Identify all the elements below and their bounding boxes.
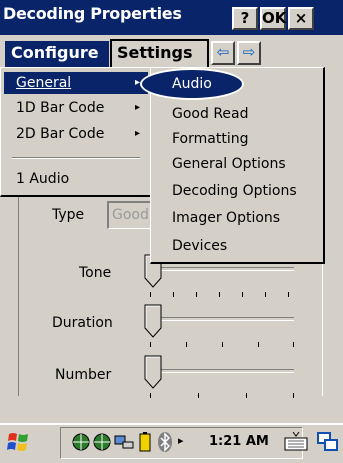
number-slider-thumb[interactable] — [144, 355, 162, 389]
close-button[interactable]: × — [288, 7, 314, 30]
help-button[interactable]: ? — [232, 7, 258, 30]
tab-scroll-right-button[interactable]: ⇨ — [237, 41, 261, 65]
type-label: Type — [52, 207, 85, 223]
duration-label: Duration — [52, 315, 113, 331]
submenu-arrow-icon: ▸ — [134, 102, 140, 113]
duration-slider-ticks — [150, 342, 294, 348]
number-slider-track — [150, 369, 294, 373]
window-switch-icon[interactable] — [316, 430, 340, 454]
type-select[interactable]: Good — [107, 201, 151, 229]
submenu-item-formatting[interactable]: Formatting — [172, 128, 322, 150]
submenu-item-devices[interactable]: Devices — [172, 235, 322, 257]
submenu-item-good-read[interactable]: Good Read — [172, 103, 322, 125]
battery-icon[interactable] — [138, 431, 152, 453]
connection-icon[interactable] — [113, 432, 135, 452]
keyboard-icon[interactable] — [283, 430, 309, 454]
network-globe-icon[interactable] — [71, 432, 91, 452]
tone-label: Tone — [79, 265, 112, 281]
bluetooth-icon[interactable] — [157, 431, 173, 453]
tone-slider-track — [150, 267, 294, 271]
arrow-right-icon: ⇨ — [242, 43, 256, 61]
menu-item-recent-audio[interactable]: 1 Audio — [4, 168, 148, 190]
submenu-item-general-options[interactable]: General Options — [172, 153, 322, 175]
menu-item-1d-bar-code[interactable]: 1D Bar Code ▸ — [4, 97, 148, 119]
tone-slider-ticks — [150, 292, 294, 298]
tab-configure[interactable]: Configure — [5, 41, 109, 67]
submenu-arrow-icon: ▸ — [134, 128, 140, 139]
menu-item-general[interactable]: General ▸ — [4, 72, 148, 94]
network-globe-2-icon[interactable] — [92, 432, 112, 452]
duration-slider-track — [150, 317, 294, 321]
menu-item-2d-bar-code[interactable]: 2D Bar Code ▸ — [4, 123, 148, 145]
menu-separator — [12, 157, 140, 159]
clock[interactable]: 1:21 AM — [209, 434, 269, 449]
number-slider-ticks — [150, 393, 294, 399]
arrow-left-icon: ⇦ — [216, 43, 230, 61]
submenu-item-imager-options[interactable]: Imager Options — [172, 207, 322, 229]
tray-expand-arrow-icon[interactable]: ▸ — [178, 434, 184, 447]
ok-button[interactable]: OK — [260, 7, 286, 30]
tab-scroll-left-button[interactable]: ⇦ — [211, 41, 235, 65]
number-label: Number — [55, 367, 112, 383]
start-windows-icon[interactable] — [6, 430, 32, 454]
submenu-item-audio-label: Audio — [172, 76, 212, 92]
window-title: Decoding Properties — [3, 4, 182, 23]
duration-slider-thumb[interactable] — [144, 304, 162, 338]
submenu-item-decoding-options[interactable]: Decoding Options — [172, 180, 322, 202]
tab-settings[interactable]: Settings — [110, 39, 209, 67]
